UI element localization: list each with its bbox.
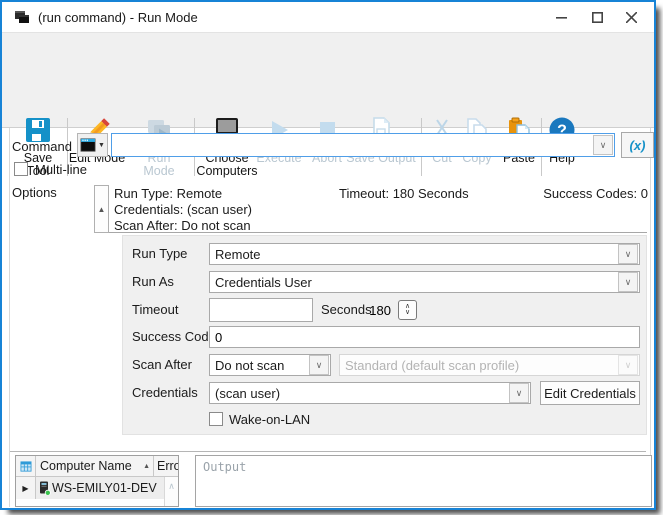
run-as-select[interactable]: Credentials User ∨ <box>209 271 640 293</box>
output-panel <box>195 455 652 507</box>
options-panel: Run Type Remote ∨ Run As Credentials Use… <box>122 235 647 435</box>
computer-name: WS-EMILY01-DEV <box>52 481 157 495</box>
minimize-icon <box>556 12 567 23</box>
window-title: (run command) - Run Mode <box>38 10 198 25</box>
edit-credentials-button[interactable]: Edit Credentials <box>540 381 640 405</box>
success-codes-field <box>209 326 640 348</box>
command-label: Command <box>12 139 72 154</box>
scan-after-label: Scan After <box>132 357 192 372</box>
run-type-label: Run Type <box>132 246 187 261</box>
multi-line-label: Multi-line <box>35 162 87 177</box>
column-header-computer-name[interactable]: Computer Name ▲ <box>36 456 154 477</box>
timeout-label: Timeout <box>132 302 178 317</box>
maximize-icon <box>592 12 603 23</box>
grid-corner-button[interactable] <box>16 456 36 477</box>
chevron-down-icon[interactable]: ∨ <box>618 244 638 264</box>
row-selector[interactable]: ▶ <box>16 477 36 499</box>
options-collapse-button[interactable]: ▲ <box>94 185 109 233</box>
chevron-down-icon: ∨ <box>405 310 410 316</box>
success-codes-input[interactable] <box>210 330 639 345</box>
computer-icon <box>36 481 52 495</box>
timeout-unit-label: Seconds <box>321 302 372 317</box>
toolbar: Save Tool Edit Mode Run Mode Choose Comp… <box>2 58 654 128</box>
row-selector-icon: ▶ <box>22 484 28 493</box>
output-textarea[interactable] <box>196 456 651 506</box>
scan-profile-select: Standard (default scan profile) ∨ <box>339 354 640 376</box>
command-type-button[interactable]: ▼ <box>77 133 108 157</box>
options-label: Options <box>12 185 57 200</box>
sort-ascending-icon: ▲ <box>143 463 153 470</box>
run-as-label: Run As <box>132 274 174 289</box>
column-header-error[interactable]: Error <box>154 456 179 477</box>
chevron-down-icon: ∨ <box>618 355 638 375</box>
bottom-separator <box>10 451 646 452</box>
table-row[interactable]: WS-EMILY01-DEV <box>36 477 164 499</box>
summary-run-type: Run Type: Remote <box>114 186 222 201</box>
scroll-up-icon: ∧ <box>168 481 175 491</box>
chevron-down-icon[interactable]: ∨ <box>618 272 638 292</box>
chevron-down-icon[interactable]: ∨ <box>593 135 613 155</box>
chevron-down-icon: ▼ <box>98 142 105 149</box>
app-icon <box>14 9 30 28</box>
chevron-up-icon: ▲ <box>98 205 106 214</box>
title-bar: (run command) - Run Mode <box>2 2 654 32</box>
computer-grid: Computer Name ▲ Error ▶ WS-EMILY01-DEV ∧ <box>15 455 179 507</box>
summary-credentials: Credentials: (scan user) <box>114 202 252 217</box>
timeout-field: ∧ ∨ <box>209 298 313 322</box>
menu-bar: Tools Edit Options Help <box>2 32 654 58</box>
scan-after-select[interactable]: Do not scan ∨ <box>209 354 331 376</box>
app-window: (run command) - Run Mode Tools Edit Opti… <box>0 0 656 510</box>
chevron-down-icon[interactable]: ∨ <box>509 383 529 403</box>
insert-variable-button[interactable]: (x) <box>621 132 654 158</box>
client-edge <box>650 128 651 507</box>
summary-separator <box>109 232 647 233</box>
summary-timeout: Timeout: 180 Seconds <box>339 186 469 201</box>
credentials-label: Credentials <box>132 385 198 400</box>
console-icon <box>80 138 96 152</box>
maximize-button[interactable] <box>578 2 616 32</box>
close-button[interactable] <box>612 2 650 32</box>
multi-line-checkbox[interactable] <box>14 162 28 176</box>
grid-scrollbar[interactable]: ∧ <box>164 477 178 506</box>
summary-scan-after: Scan After: Do not scan <box>114 218 251 233</box>
wake-on-lan-checkbox[interactable] <box>209 412 223 426</box>
wake-on-lan-label: Wake-on-LAN <box>229 412 310 427</box>
minimize-button[interactable] <box>542 2 580 32</box>
summary-success-codes: Success Codes: 0 <box>452 186 648 201</box>
command-input[interactable] <box>112 136 592 154</box>
chevron-down-icon[interactable]: ∨ <box>309 355 329 375</box>
close-icon <box>626 12 637 23</box>
timeout-stepper[interactable]: ∧ ∨ <box>398 300 417 320</box>
table-icon <box>20 461 32 472</box>
run-type-select[interactable]: Remote ∨ <box>209 243 640 265</box>
credentials-select[interactable]: (scan user) ∨ <box>209 382 531 404</box>
command-combobox[interactable]: ∨ <box>111 133 615 157</box>
